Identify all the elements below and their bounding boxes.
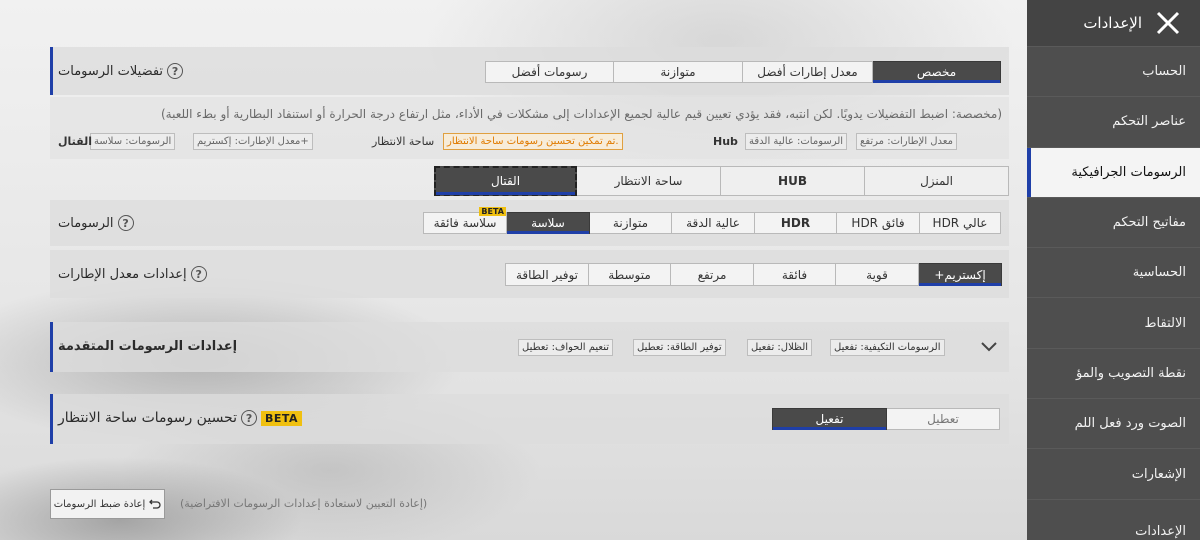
chevron-down-icon[interactable] <box>980 341 998 353</box>
sidebar-item-graphics[interactable]: الرسومات الجرافيكية <box>1027 146 1200 197</box>
preset-balanced[interactable]: متوازنة <box>613 61 743 83</box>
framerate-extreme-plus[interactable]: إكستريم+ <box>918 263 1002 286</box>
scene-tabs: المنزل HUB ساحة الانتظار القتال <box>50 166 1009 196</box>
tab-home[interactable]: المنزل <box>864 166 1009 196</box>
undo-icon <box>149 499 161 509</box>
advanced-tag-antialias: تنعيم الحواف: تعطيل <box>518 339 614 356</box>
framerate-power-saving[interactable]: توفير الطاقة <box>505 263 589 286</box>
hub-graphics-tag: الرسومات: عالية الدقة <box>745 133 848 150</box>
graphics-hd[interactable]: عالية الدقة <box>671 212 755 234</box>
lobby-notice: تم تمكين تحسين رسومات ساحة الانتظار. <box>443 133 623 150</box>
help-icon[interactable]: ? <box>167 63 184 79</box>
beta-badge: BETA <box>479 207 506 216</box>
toggle-disable[interactable]: تعطيل <box>886 408 1000 430</box>
graphics-title: ? الرسومات <box>58 215 134 231</box>
graphics-balanced[interactable]: متوازنة <box>589 212 672 234</box>
beta-badge: BETA <box>261 410 303 426</box>
advanced-settings-row[interactable]: إعدادات الرسومات المتقدمة تنعيم الحواف: … <box>50 322 1009 372</box>
combat-label: القتال <box>58 135 92 148</box>
tab-lobby[interactable]: ساحة الانتظار <box>576 166 721 196</box>
preferences-summary: (مخصصة: اضبط التفضيلات يدويًا. لكن انتبه… <box>50 97 1009 159</box>
lobby-label: ساحة الانتظار <box>372 135 435 148</box>
framerate-row: ? إعدادات معدل الإطارات إكستريم+ قوية فا… <box>50 250 1009 298</box>
preset-custom[interactable]: مخصص <box>872 61 1001 83</box>
sidebar-item-keybinds[interactable]: مفاتيح التحكم <box>1027 196 1200 247</box>
preferences-description: (مخصصة: اضبط التفضيلات يدويًا. لكن انتبه… <box>160 107 1002 121</box>
lobby-enhance-title: BETA ? تحسين رسومات ساحة الانتظار <box>58 410 303 426</box>
framerate-selector: إكستريم+ قوية فائقة مرتفع متوسطة توفير ا… <box>505 263 1002 286</box>
preferences-panel: ? تفضيلات الرسومات مخصص معدل إطارات أفضل… <box>50 47 1009 95</box>
sidebar-item-sensitivity[interactable]: الحساسية <box>1027 247 1200 297</box>
framerate-medium[interactable]: متوسطة <box>588 263 671 286</box>
combat-framerate-tag: معدل الإطارات: إكستريم+ <box>193 133 313 150</box>
lobby-enhance-toggle: تعطيل تفعيل <box>772 408 1000 430</box>
help-icon[interactable]: ? <box>190 266 207 282</box>
framerate-strong[interactable]: قوية <box>835 263 919 286</box>
graphics-row: ? الرسومات عالي HDR فائق HDR HDR عالية ا… <box>50 200 1009 246</box>
sidebar-item-pickup[interactable]: الالتقاط <box>1027 297 1200 347</box>
framerate-high[interactable]: مرتفع <box>670 263 754 286</box>
close-icon[interactable] <box>1156 11 1180 35</box>
advanced-title: إعدادات الرسومات المتقدمة <box>58 339 238 354</box>
reset-button-label: إعادة ضبط الرسومات <box>53 498 146 510</box>
sidebar-item-audio[interactable]: الصوت ورد فعل اللم <box>1027 398 1200 448</box>
graphics-hdr[interactable]: HDR <box>754 212 837 234</box>
sidebar-item-notifications[interactable]: الإشعارات <box>1027 448 1200 498</box>
graphics-ultra-smooth-label: سلاسة فائقة <box>433 216 497 230</box>
graphics-ultra-smooth[interactable]: سلاسة فائقة BETA <box>423 207 507 234</box>
graphics-selector: عالي HDR فائق HDR HDR عالية الدقة متوازن… <box>423 207 1001 234</box>
preferences-title: ? تفضيلات الرسومات <box>58 63 184 79</box>
graphics-smooth[interactable]: سلاسة <box>506 212 590 234</box>
hub-framerate-tag: معدل الإطارات: مرتفع <box>856 133 957 150</box>
help-icon[interactable]: ? <box>117 215 134 231</box>
tab-combat[interactable]: القتال <box>434 166 577 196</box>
sidebar-header: الإعدادات <box>1027 0 1200 46</box>
graphics-hdr-ultra[interactable]: فائق HDR <box>836 212 920 234</box>
preset-better-framerate[interactable]: معدل إطارات أفضل <box>742 61 873 83</box>
sidebar-item-crosshair[interactable]: نقطة التصويب والمؤ <box>1027 347 1200 398</box>
reset-graphics-button[interactable]: إعادة ضبط الرسومات <box>50 489 165 519</box>
hub-label: Hub <box>713 135 738 148</box>
advanced-tag-power: توفير الطاقة: تعطيل <box>633 339 726 356</box>
reset-hint: (إعادة التعيين لاستعادة إعدادات الرسومات… <box>180 497 428 510</box>
preset-better-graphics[interactable]: رسومات أفضل <box>485 61 614 83</box>
framerate-title: ? إعدادات معدل الإطارات <box>58 266 207 282</box>
lobby-enhance-row: BETA ? تحسين رسومات ساحة الانتظار تعطيل … <box>50 394 1009 444</box>
sidebar-item-controls[interactable]: عناصر التحكم <box>1027 96 1200 146</box>
graphics-hdr-high[interactable]: عالي HDR <box>919 212 1001 234</box>
settings-sidebar: الإعدادات الحساب عناصر التحكم الرسومات ا… <box>1027 0 1200 540</box>
sidebar-title: الإعدادات <box>1083 14 1142 32</box>
framerate-ultra[interactable]: فائقة <box>753 263 836 286</box>
sidebar-item-more[interactable]: الإعدادات <box>1027 498 1200 539</box>
toggle-enable[interactable]: تفعيل <box>772 408 887 430</box>
tab-hub[interactable]: HUB <box>720 166 865 196</box>
help-icon[interactable]: ? <box>241 410 257 426</box>
advanced-tag-shadows: الظلال: تفعيل <box>747 339 813 356</box>
sidebar-item-account[interactable]: الحساب <box>1027 46 1200 96</box>
combat-graphics-tag: الرسومات: سلاسة <box>90 133 176 150</box>
preferences-selector: مخصص معدل إطارات أفضل متوازنة رسومات أفض… <box>485 61 1001 83</box>
advanced-tag-adaptive: الرسومات التكيفية: تفعيل <box>830 339 945 356</box>
